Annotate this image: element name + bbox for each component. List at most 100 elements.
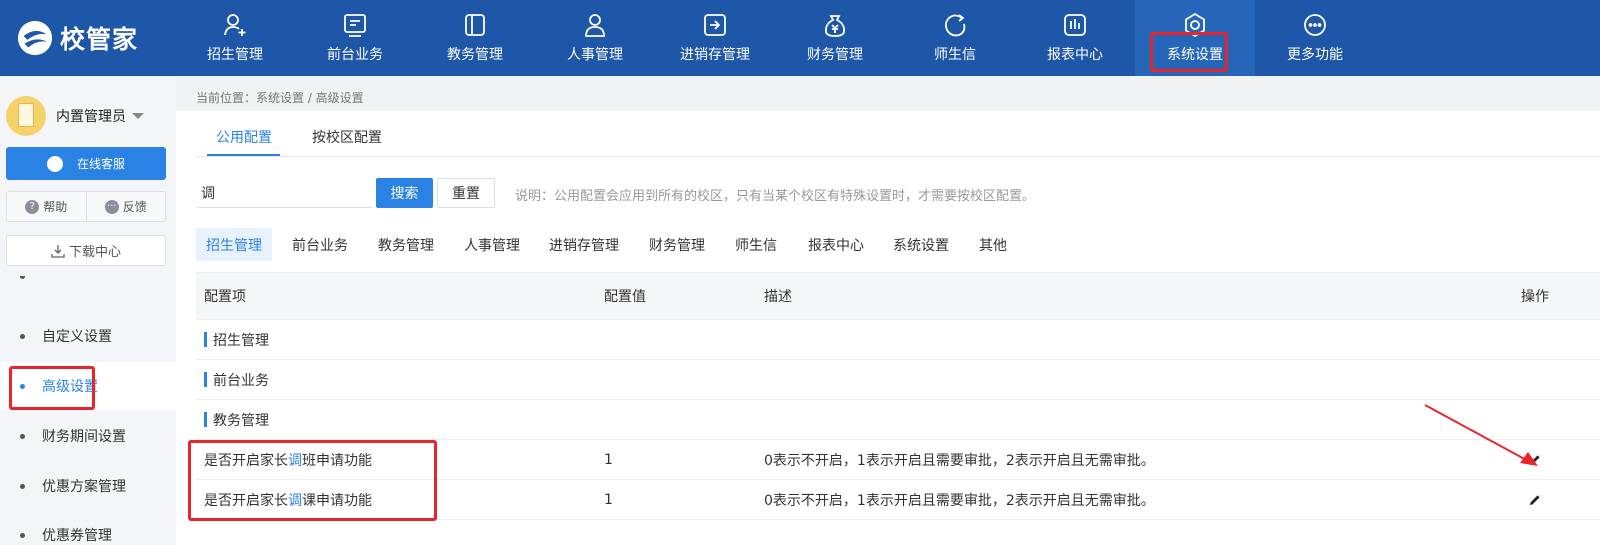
header-action: 操作 xyxy=(1521,289,1549,305)
nav-item-academic[interactable]: 教务管理 xyxy=(415,0,535,76)
config-desc: 0表示不开启，1表示开启且需要审批，2表示开启且无需审批。 xyxy=(764,452,1155,469)
category-tab-messaging[interactable]: 师生信 xyxy=(725,228,787,261)
highlight-box-rows xyxy=(188,440,437,521)
menu-item-finance-period[interactable]: 财务期间设置 xyxy=(0,413,176,459)
menu-item-coupons[interactable]: 优惠券管理 xyxy=(0,523,176,545)
sidebar: 内置管理员 在线客服 ? 帮助 ··· 反馈 下载中心 自定义设置 高级设置 财… xyxy=(0,76,176,545)
user-menu[interactable]: 内置管理员 xyxy=(6,96,144,136)
feedback-button[interactable]: ··· 反馈 xyxy=(85,192,166,221)
category-tab-academic[interactable]: 教务管理 xyxy=(368,228,444,261)
nav-item-messaging[interactable]: 师生信 xyxy=(895,0,1015,76)
logo-mark-icon xyxy=(17,20,53,56)
top-nav-bar: 校管家 招生管理 前台业务 教务管理 人事管理 进销存管理 财务管理 师生信 报… xyxy=(0,0,1600,76)
category-tab-reports[interactable]: 报表中心 xyxy=(798,228,874,261)
help-label: 帮助 xyxy=(43,200,68,214)
nav-item-reports[interactable]: 报表中心 xyxy=(1015,0,1135,76)
help-feedback-row: ? 帮助 ··· 反馈 xyxy=(6,191,166,222)
menu-item-label: 优惠券管理 xyxy=(42,528,112,544)
menu-item-label: 财务期间设置 xyxy=(42,429,126,445)
header-value: 配置值 xyxy=(604,289,646,305)
logo-text: 校管家 xyxy=(60,25,139,54)
group-marker xyxy=(204,412,207,427)
nav-label: 前台业务 xyxy=(327,47,383,63)
group-row-academic: 教务管理 xyxy=(196,400,1600,440)
category-tab-front-desk[interactable]: 前台业务 xyxy=(282,228,358,261)
red-arrow-annotation xyxy=(1424,404,1538,466)
nav-item-more[interactable]: 更多功能 xyxy=(1255,0,1375,76)
money-bag-icon xyxy=(824,15,846,37)
category-tab-finance[interactable]: 财务管理 xyxy=(639,228,715,261)
avatar xyxy=(6,96,46,136)
table-header: 配置项 配置值 描述 操作 xyxy=(196,272,1600,320)
help-button[interactable]: ? 帮助 xyxy=(7,192,86,221)
menu-item-label: 优惠方案管理 xyxy=(42,479,126,495)
chat-bot-icon xyxy=(46,155,63,172)
nav-label: 教务管理 xyxy=(447,47,503,63)
reset-button[interactable]: 重置 xyxy=(437,178,495,208)
person-icon xyxy=(585,14,605,37)
group-label: 招生管理 xyxy=(213,332,269,349)
edit-icon[interactable] xyxy=(1528,493,1542,507)
customer-service-label: 在线客服 xyxy=(76,157,125,171)
nav-label: 人事管理 xyxy=(567,47,623,63)
nav-label: 进销存管理 xyxy=(680,47,750,63)
bullet-icon xyxy=(20,483,25,489)
group-marker xyxy=(204,372,207,387)
breadcrumb: 当前位置：系统设置 / 高级设置 xyxy=(196,91,364,105)
menu-item-label: 自定义设置 xyxy=(42,329,112,345)
nav-item-front-desk[interactable]: 前台业务 xyxy=(295,0,415,76)
group-row-enrollment: 招生管理 xyxy=(196,320,1600,360)
download-center-button[interactable]: 下载中心 xyxy=(6,235,166,266)
menu-scroll-clip xyxy=(0,276,176,290)
logo[interactable]: 校管家 xyxy=(16,18,138,58)
category-tab-hr[interactable]: 人事管理 xyxy=(454,228,530,261)
bar-chart-icon xyxy=(1064,14,1086,36)
chevron-down-icon xyxy=(132,113,144,119)
customer-service-button[interactable]: 在线客服 xyxy=(6,147,166,180)
nav-item-enrollment[interactable]: 招生管理 xyxy=(175,0,295,76)
category-tab-other[interactable]: 其他 xyxy=(969,228,1017,261)
nav-label: 招生管理 xyxy=(207,47,263,63)
search-button[interactable]: 搜索 xyxy=(376,178,433,208)
tab-divider xyxy=(196,156,1600,157)
active-tab-indicator xyxy=(207,154,280,156)
chat-icon xyxy=(944,14,966,37)
nav-item-hr[interactable]: 人事管理 xyxy=(535,0,655,76)
category-tab-enrollment[interactable]: 招生管理 xyxy=(196,228,272,261)
config-value: 1 xyxy=(604,491,613,508)
config-desc: 0表示不开启，1表示开启且需要审批，2表示开启且无需审批。 xyxy=(764,492,1155,509)
menu-item-custom-settings[interactable]: 自定义设置 xyxy=(0,313,176,359)
group-marker xyxy=(204,332,207,347)
bullet-icon xyxy=(20,532,25,538)
more-icon xyxy=(1304,14,1326,36)
nav-item-finance[interactable]: 财务管理 xyxy=(775,0,895,76)
nav-label: 财务管理 xyxy=(807,47,863,63)
feedback-label: 反馈 xyxy=(122,200,147,214)
download-icon xyxy=(51,244,65,258)
category-tab-inventory[interactable]: 进销存管理 xyxy=(539,228,629,261)
ellipsis-icon: ··· xyxy=(104,199,119,214)
bullet-icon xyxy=(20,333,25,339)
question-icon: ? xyxy=(25,199,40,214)
category-tab-system[interactable]: 系统设置 xyxy=(883,228,959,261)
menu-item-discount-plans[interactable]: 优惠方案管理 xyxy=(0,463,176,509)
group-row-front-desk: 前台业务 xyxy=(196,360,1600,400)
header-item: 配置项 xyxy=(204,289,246,305)
menu-item-partial[interactable] xyxy=(0,276,176,290)
config-note: 说明：公用配置会应用到所有的校区，只有当某个校区有特殊设置时，才需要按校区配置。 xyxy=(515,189,1036,204)
user-name: 内置管理员 xyxy=(56,109,126,125)
tab-common-config[interactable]: 公用配置 xyxy=(216,127,272,157)
book-icon xyxy=(465,14,485,36)
menu-bottom-clip: 优惠券管理 xyxy=(0,523,176,545)
tab-campus-config[interactable]: 按校区配置 xyxy=(312,127,382,157)
highlight-box-nav xyxy=(1150,32,1228,72)
search-input[interactable] xyxy=(197,178,373,208)
config-value: 1 xyxy=(604,451,613,468)
header-desc: 描述 xyxy=(764,289,792,305)
group-label: 教务管理 xyxy=(213,412,269,429)
bullet-icon xyxy=(20,433,25,439)
download-label: 下载中心 xyxy=(68,245,121,260)
screen-icon xyxy=(344,14,366,37)
nav-item-inventory[interactable]: 进销存管理 xyxy=(655,0,775,76)
nav-label: 更多功能 xyxy=(1287,47,1343,63)
